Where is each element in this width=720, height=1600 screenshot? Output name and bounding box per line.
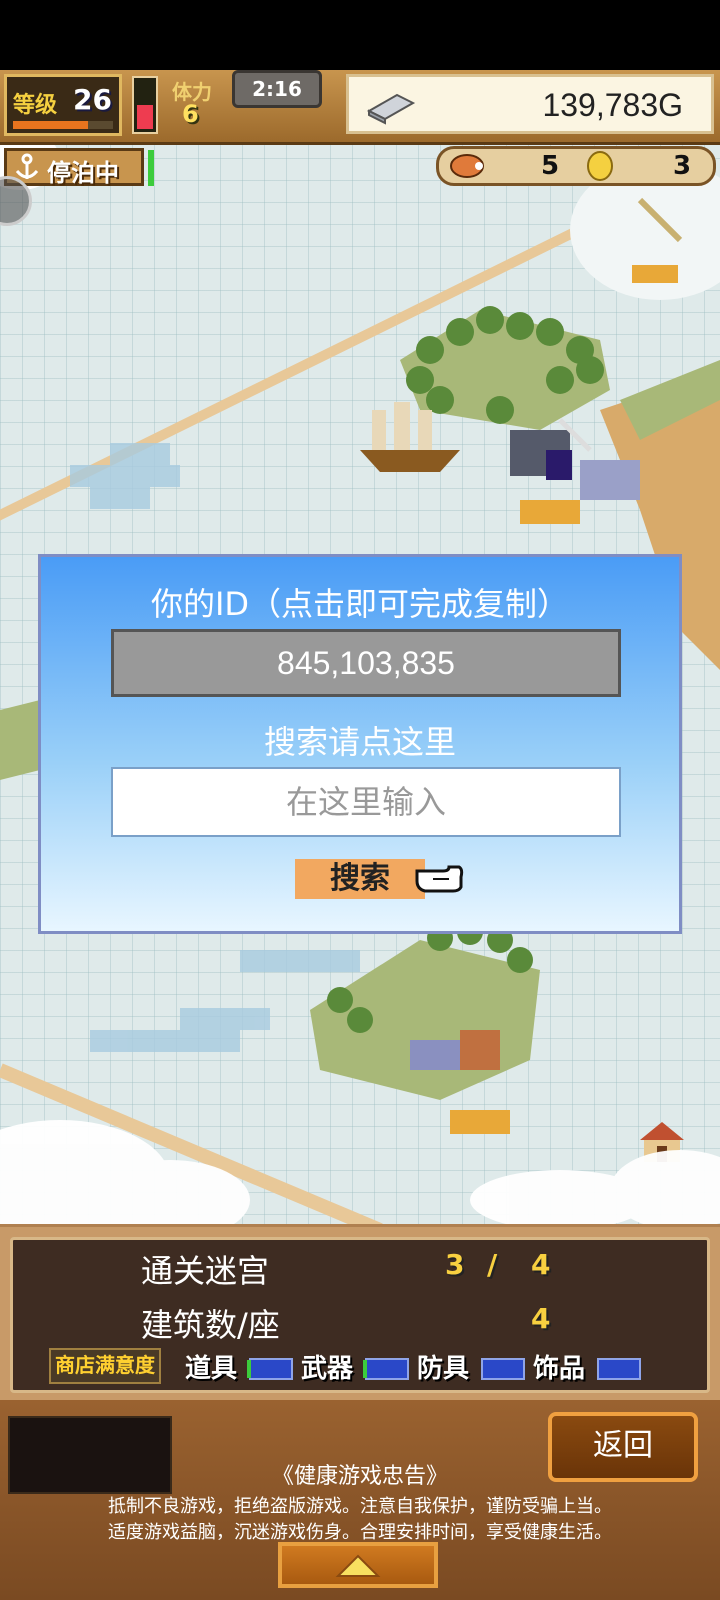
category-armor-label: 防具: [417, 1354, 470, 1384]
level-box: 等级 26: [4, 74, 122, 136]
health-notice-title: 《健康游戏忠告》: [271, 1464, 448, 1489]
bar-marker: [363, 1360, 367, 1378]
stamina-gauge: [132, 76, 158, 134]
dock-status-badge[interactable]: 停泊中: [4, 148, 144, 187]
items-panel[interactable]: 5 3: [436, 146, 716, 186]
category-armor-bar: [481, 1358, 525, 1380]
dungeons-separator: /: [487, 1248, 498, 1281]
top-hud: 等级 26 体力 6 2:16 139,783G: [0, 70, 720, 145]
health-notice-line-1: 抵制不良游戏，拒绝盗版游戏。注意自我保护，谨防受骗上当。: [108, 1496, 612, 1517]
gold-panel[interactable]: 139,783G: [346, 74, 714, 134]
level-value: 26: [73, 83, 112, 116]
level-progress-bar: [13, 121, 113, 129]
expand-menu-button[interactable]: [278, 1542, 438, 1588]
category-weapons-bar: [363, 1358, 409, 1380]
gold-amount: 139,783G: [542, 87, 683, 123]
search-hint: 搜索请点这里: [263, 723, 456, 761]
shop-satisfaction-row: 商店满意度 道具 武器 防具 饰品: [49, 1348, 709, 1384]
secondary-hud: 停泊中 5 3: [0, 144, 720, 190]
coin-count: 3: [673, 151, 692, 181]
category-items-bar: [247, 1358, 293, 1380]
shop-satisfaction-label: 商店满意度: [49, 1348, 161, 1384]
pointing-hand-icon: [415, 865, 464, 893]
meat-count: 5: [541, 151, 560, 181]
stats-panel: 通关迷宫 3 / 4 建筑数/座 4 商店满意度 道具 武器 防具 饰品: [0, 1224, 720, 1403]
user-id-box[interactable]: 845,103,835: [111, 629, 621, 697]
stamina-timer: 2:16: [232, 70, 322, 108]
dock-indicator: [148, 150, 154, 186]
stamina-value: 6: [182, 100, 199, 128]
category-items-label: 道具: [185, 1354, 238, 1384]
buildings-count: 4: [531, 1302, 551, 1335]
dungeon-castle[interactable]: [510, 418, 592, 480]
buildings-label: 建筑数/座: [141, 1306, 280, 1344]
search-button[interactable]: 搜索: [295, 859, 425, 899]
dungeons-cleared: 3: [445, 1248, 465, 1281]
level-progress-fill: [13, 121, 88, 129]
status-bar: [0, 0, 720, 70]
dungeons-label: 通关迷宫: [141, 1252, 270, 1290]
coin-icon: [587, 151, 613, 181]
stamina-fill: [137, 105, 153, 129]
category-accessories-label: 饰品: [533, 1354, 586, 1384]
id-dialog: 你的ID（点击即可完成复制） 845,103,835 搜索请点这里 搜索: [38, 554, 682, 934]
dialog-title[interactable]: 你的ID（点击即可完成复制）: [41, 579, 679, 625]
up-arrow-icon: [335, 1554, 381, 1577]
bar-marker: [247, 1360, 251, 1378]
category-accessories-bar: [597, 1358, 641, 1380]
left-land: [0, 700, 40, 780]
stats-inner: 通关迷宫 3 / 4 建筑数/座 4 商店满意度 道具 武器 防具 饰品: [10, 1237, 710, 1393]
search-id-input[interactable]: [111, 767, 621, 837]
dungeons-total: 4: [531, 1248, 551, 1281]
meat-icon: [450, 154, 484, 178]
bottom-panel: 返回 《健康游戏忠告》 抵制不良游戏，拒绝盗版游戏。注意自我保护，谨防受骗上当。…: [0, 1400, 720, 1600]
level-label: 等级: [13, 93, 58, 118]
dock-status-label: 停泊中: [47, 159, 119, 187]
silver-ingot-icon: [366, 93, 416, 125]
category-weapons-label: 武器: [301, 1354, 354, 1384]
health-notice-line-2: 适度游戏益脑，沉迷游戏伤身。合理安排时间，享受健康生活。: [108, 1522, 612, 1543]
